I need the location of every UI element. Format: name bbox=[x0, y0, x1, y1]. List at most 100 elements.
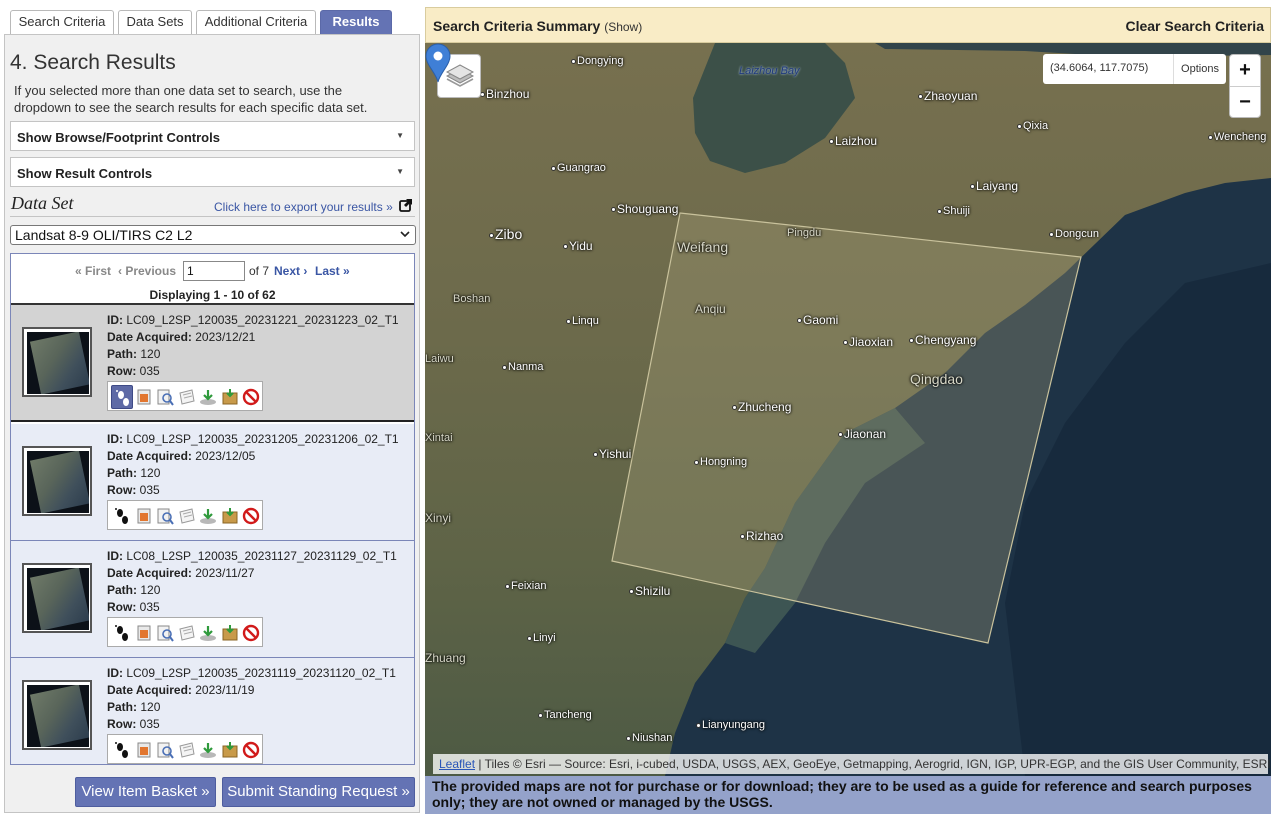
map-attribution: Leaflet | Tiles © Esri — Source: Esri, i… bbox=[433, 754, 1271, 774]
result-row-number-value: 035 bbox=[139, 717, 160, 731]
place-name: Qixia bbox=[1023, 120, 1049, 132]
metadata-icon[interactable] bbox=[156, 388, 174, 406]
place-name: Shuiji bbox=[943, 205, 970, 217]
footprint-icon[interactable] bbox=[111, 385, 133, 409]
map-place-label: Niushan bbox=[626, 732, 672, 744]
result-date-acquired: Date Acquired: 2023/11/19 bbox=[107, 683, 254, 697]
pager-last[interactable]: Last » bbox=[315, 264, 350, 278]
place-dot-icon bbox=[502, 364, 507, 370]
bulk-download-icon[interactable] bbox=[221, 507, 239, 525]
exclude-icon[interactable] bbox=[242, 741, 260, 759]
place-name: Laiwu bbox=[425, 353, 454, 365]
external-link-icon[interactable] bbox=[399, 198, 413, 212]
compare-icon[interactable] bbox=[178, 741, 196, 759]
metadata-icon[interactable] bbox=[156, 741, 174, 759]
result-path: Path: 120 bbox=[107, 347, 160, 361]
result-row[interactable]: ID: LC09_L2SP_120035_20231221_20231223_0… bbox=[11, 305, 414, 422]
place-name: Lianyungang bbox=[702, 719, 766, 731]
place-dot-icon bbox=[593, 452, 598, 458]
place-name: Shizilu bbox=[635, 584, 671, 598]
result-row-number-label: Row: bbox=[107, 364, 137, 378]
tab-additional-criteria[interactable]: Additional Criteria bbox=[196, 10, 316, 34]
view-item-basket-button[interactable]: View Item Basket » bbox=[75, 777, 216, 807]
compare-icon[interactable] bbox=[178, 624, 196, 642]
map-place-label: Shuiji bbox=[937, 205, 970, 217]
page-number-input[interactable] bbox=[183, 261, 245, 281]
zoom-in-button[interactable]: + bbox=[1230, 55, 1260, 86]
leaflet-link[interactable]: Leaflet bbox=[439, 757, 475, 771]
download-icon[interactable] bbox=[199, 388, 217, 406]
map-place-label: Laizhou bbox=[829, 134, 877, 148]
bulk-download-icon[interactable] bbox=[221, 388, 239, 406]
results-description: If you selected more than one data set t… bbox=[14, 83, 368, 115]
result-id-label: ID: bbox=[107, 666, 123, 680]
clear-search-criteria-button[interactable]: Clear Search Criteria bbox=[1125, 18, 1264, 34]
place-name: Zhucheng bbox=[738, 400, 792, 414]
result-path: Path: 120 bbox=[107, 466, 160, 480]
place-name: Hongning bbox=[700, 456, 748, 468]
map-place-label: Zhucheng bbox=[732, 400, 791, 414]
download-icon[interactable] bbox=[199, 741, 217, 759]
place-name: Linqu bbox=[572, 315, 599, 327]
metadata-icon[interactable] bbox=[156, 624, 174, 642]
result-controls-toggle[interactable]: Show Result Controls ▼ bbox=[10, 157, 415, 187]
compare-icon[interactable] bbox=[178, 388, 196, 406]
scene-thumbnail-image bbox=[27, 451, 89, 513]
map-place-label: Zhuang bbox=[425, 651, 466, 665]
data-set-select[interactable]: Landsat 8-9 OLI/TIRS C2 L2 bbox=[10, 225, 416, 245]
footprint-icon[interactable] bbox=[113, 507, 131, 525]
displaying-count: Displaying 1 - 10 of 62 bbox=[149, 288, 276, 302]
result-date-acquired-value: 2023/12/05 bbox=[195, 449, 256, 463]
footprint-icon[interactable] bbox=[113, 741, 131, 759]
zoom-out-button[interactable]: − bbox=[1230, 86, 1260, 117]
map-place-label: Zibo bbox=[489, 226, 522, 242]
place-name: Boshan bbox=[453, 293, 491, 305]
tab-search-criteria[interactable]: Search Criteria bbox=[10, 10, 114, 34]
export-results-link[interactable]: Click here to export your results » bbox=[214, 200, 393, 214]
bulk-download-icon[interactable] bbox=[221, 741, 239, 759]
summary-show-link[interactable]: (Show) bbox=[604, 20, 642, 34]
divider bbox=[10, 216, 415, 217]
compare-icon[interactable] bbox=[178, 507, 196, 525]
place-name: Zibo bbox=[495, 226, 523, 242]
place-dot-icon bbox=[696, 722, 701, 728]
map-marker-icon[interactable] bbox=[425, 43, 451, 83]
result-id-value: LC09_L2SP_120035_20231119_20231120_02_T1 bbox=[126, 666, 396, 680]
download-icon[interactable] bbox=[199, 507, 217, 525]
browse-thumbnail[interactable] bbox=[22, 563, 92, 633]
map-place-label: Xinyi bbox=[425, 511, 451, 525]
browse-thumbnail[interactable] bbox=[22, 680, 92, 750]
overlay-icon[interactable] bbox=[135, 507, 153, 525]
footprint-icon[interactable] bbox=[113, 624, 131, 642]
pager-previous[interactable]: ‹ Previous bbox=[118, 264, 176, 278]
browse-thumbnail[interactable] bbox=[22, 327, 92, 397]
tab-results[interactable]: Results bbox=[320, 10, 392, 34]
tab-data-sets[interactable]: Data Sets bbox=[118, 10, 192, 34]
metadata-icon[interactable] bbox=[156, 507, 174, 525]
search-panel: Search Criteria Data Sets Additional Cri… bbox=[0, 0, 425, 814]
place-name: Laizhou bbox=[835, 134, 878, 148]
bulk-download-icon[interactable] bbox=[221, 624, 239, 642]
data-set-heading: Data Set bbox=[11, 193, 74, 213]
exclude-icon[interactable] bbox=[242, 388, 260, 406]
result-row[interactable]: ID: LC09_L2SP_120035_20231205_20231206_0… bbox=[11, 424, 414, 541]
exclude-icon[interactable] bbox=[242, 624, 260, 642]
map-options-button[interactable]: Options bbox=[1173, 54, 1226, 84]
overlay-icon[interactable] bbox=[135, 624, 153, 642]
result-path-label: Path: bbox=[107, 466, 137, 480]
result-row-number: Row: 035 bbox=[107, 717, 160, 731]
download-icon[interactable] bbox=[199, 624, 217, 642]
result-row[interactable]: ID: LC08_L2SP_120035_20231127_20231129_0… bbox=[11, 541, 414, 658]
place-dot-icon bbox=[1017, 123, 1022, 129]
map-place-label: Lianyungang bbox=[696, 719, 765, 731]
map-view[interactable]: Laizhou Bay Dongying Binzhou Zhaoyuan Qixia… bbox=[425, 43, 1271, 776]
browse-thumbnail[interactable] bbox=[22, 446, 92, 516]
pager-next[interactable]: Next › bbox=[274, 264, 307, 278]
submit-standing-request-button[interactable]: Submit Standing Request » bbox=[222, 777, 415, 807]
overlay-icon[interactable] bbox=[135, 388, 153, 406]
browse-footprint-controls-toggle[interactable]: Show Browse/Footprint Controls ▼ bbox=[10, 121, 415, 151]
exclude-icon[interactable] bbox=[242, 507, 260, 525]
pager-first[interactable]: « First bbox=[75, 264, 111, 278]
result-row[interactable]: ID: LC09_L2SP_120035_20231119_20231120_0… bbox=[11, 658, 414, 764]
overlay-icon[interactable] bbox=[135, 741, 153, 759]
